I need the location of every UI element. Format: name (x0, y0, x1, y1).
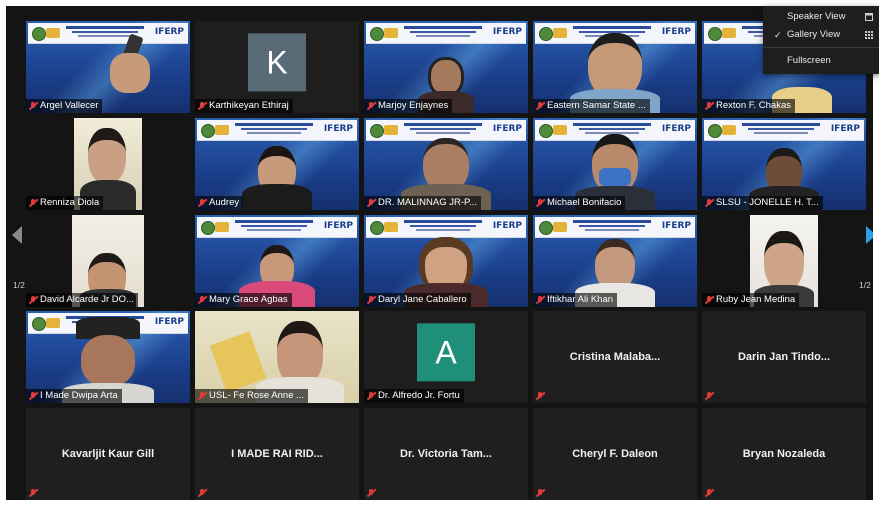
speaker-view-icon (865, 13, 873, 21)
video-tile[interactable]: Ruby Jean Medina (702, 215, 866, 307)
video-tile[interactable]: IFERP Eastern Samar State ... (533, 21, 697, 113)
chevron-right-icon (866, 226, 873, 244)
video-tile[interactable]: Renniza Diola (26, 118, 190, 210)
menu-divider (763, 47, 879, 48)
video-tile[interactable]: Bryan Nozaleda (702, 408, 866, 500)
next-page-button[interactable] (864, 224, 873, 246)
video-tile[interactable]: I MADE RAI RID... (195, 408, 359, 500)
muted-mic-icon (367, 489, 375, 497)
muted-mic-icon (536, 199, 544, 207)
video-tile[interactable]: IFERP Michael Bonifacio (533, 118, 697, 210)
participant-name: USL- Fe Rose Anne ... (195, 389, 309, 403)
muted-mic-icon (705, 392, 713, 400)
participant-name: Eastern Samar State ... (533, 99, 650, 113)
muted-mic-icon (198, 199, 206, 207)
speaker-view-option[interactable]: Speaker View (763, 8, 879, 26)
muted-mic-icon (367, 392, 375, 400)
participant-name: Marjoy Enjaynes (364, 99, 453, 113)
muted-mic-icon (536, 489, 544, 497)
participant-name: I Made Dwipa Arta (26, 389, 122, 403)
participant-name: David Alcarde Jr DO... (26, 293, 138, 307)
muted-mic-icon (536, 392, 544, 400)
muted-mic-icon (536, 102, 544, 110)
muted-mic-icon (705, 102, 713, 110)
video-tile[interactable]: Cheryl F. Daleon (533, 408, 697, 500)
muted-mic-icon (29, 296, 37, 304)
participant-name: Bryan Nozaleda (742, 448, 826, 460)
muted-mic-icon (705, 296, 713, 304)
chevron-left-icon (12, 226, 22, 244)
page-indicator-left: 1/2 (13, 280, 25, 290)
video-tile[interactable]: Kavarljit Kaur Gill (26, 408, 190, 500)
participant-video (242, 144, 312, 210)
video-tile[interactable]: IFERP I Made Dwipa Arta (26, 311, 190, 403)
participant-name: Kavarljit Kaur Gill (61, 448, 155, 460)
fullscreen-option[interactable]: Fullscreen (763, 52, 879, 70)
participant-name: Mary Grace Agbas (195, 293, 292, 307)
conference-banner: IFERP (704, 120, 864, 141)
conference-banner: IFERP (197, 120, 357, 141)
face-mask (599, 168, 631, 186)
conference-banner: IFERP (366, 23, 526, 44)
participant-name: Renniza Diola (26, 196, 104, 210)
video-tile[interactable]: A Dr. Alfredo Jr. Fortu (364, 311, 528, 403)
video-tile[interactable]: IFERP Argel Vallecer (26, 21, 190, 113)
avatar: K (248, 33, 306, 92)
video-tile[interactable]: IFERP Mary Grace Agbas (195, 215, 359, 307)
checkmark-icon: ✓ (774, 30, 782, 40)
participant-name: Ruby Jean Medina (702, 293, 800, 307)
muted-mic-icon (198, 392, 206, 400)
muted-mic-icon (29, 102, 37, 110)
participant-name: Audrey (195, 196, 244, 210)
participant-name: SLSU - JONELLE H. T... (702, 196, 823, 210)
video-tile[interactable]: IFERP Iftikhar Ali Khan (533, 215, 697, 307)
participant-name: Cheryl F. Daleon (572, 448, 658, 460)
muted-mic-icon (705, 489, 713, 497)
video-tile[interactable]: Dr. Victoria Tam... (364, 408, 528, 500)
muted-mic-icon (536, 296, 544, 304)
participant-name: Rexton F. Chakas (702, 99, 795, 113)
avatar: A (417, 323, 475, 382)
muted-mic-icon (367, 296, 375, 304)
video-tile[interactable]: Darin Jan Tindo... (702, 311, 866, 403)
participant-name: Dr. Victoria Tam... (400, 448, 492, 460)
gallery-view-option[interactable]: ✓ Gallery View (763, 26, 879, 44)
conference-banner: IFERP (197, 217, 357, 238)
video-tile[interactable]: IFERP DR. MALINNAG JR-P... (364, 118, 528, 210)
gallery-grid-icon (865, 31, 873, 39)
video-tile[interactable]: David Alcarde Jr DO... (26, 215, 190, 307)
participant-name: Argel Vallecer (26, 99, 103, 113)
muted-mic-icon (367, 199, 375, 207)
participant-name: Cristina Malaba... (569, 351, 661, 363)
video-tile[interactable]: IFERP SLSU - JONELLE H. T... (702, 118, 866, 210)
muted-mic-icon (198, 296, 206, 304)
hand-holding-phone (104, 33, 154, 95)
view-menu: Speaker View ✓ Gallery View Fullscreen (763, 6, 879, 74)
participant-name: Iftikhar Ali Khan (533, 293, 618, 307)
participant-name: Dr. Alfredo Jr. Fortu (364, 389, 464, 403)
conference-banner: IFERP (535, 217, 695, 238)
muted-mic-icon (29, 489, 37, 497)
participant-name: Daryl Jane Caballero (364, 293, 471, 307)
muted-mic-icon (29, 392, 37, 400)
video-tile[interactable]: K Karthikeyan Ethiraj (195, 21, 359, 113)
muted-mic-icon (29, 199, 37, 207)
video-tile[interactable]: Cristina Malaba... (533, 311, 697, 403)
video-tile[interactable]: IFERP Daryl Jane Caballero (364, 215, 528, 307)
video-tile-active-speaker[interactable]: IFERP Marjoy Enjaynes (364, 21, 528, 113)
muted-mic-icon (367, 102, 375, 110)
previous-page-button[interactable] (10, 224, 24, 246)
participant-name: DR. MALINNAG JR-P... (364, 196, 482, 210)
page-indicator-right: 1/2 (859, 280, 871, 290)
gallery-view: IFERP Argel Vallecer K Karthikeyan Ethir… (6, 6, 873, 500)
muted-mic-icon (705, 199, 713, 207)
video-tile[interactable]: USL- Fe Rose Anne ... (195, 311, 359, 403)
muted-mic-icon (198, 489, 206, 497)
participant-name: Darin Jan Tindo... (737, 351, 831, 363)
participant-name: I MADE RAI RID... (231, 448, 323, 460)
muted-mic-icon (198, 102, 206, 110)
participant-name: Karthikeyan Ethiraj (195, 99, 293, 113)
video-tile[interactable]: IFERP Audrey (195, 118, 359, 210)
participant-name: Michael Bonifacio (533, 196, 626, 210)
